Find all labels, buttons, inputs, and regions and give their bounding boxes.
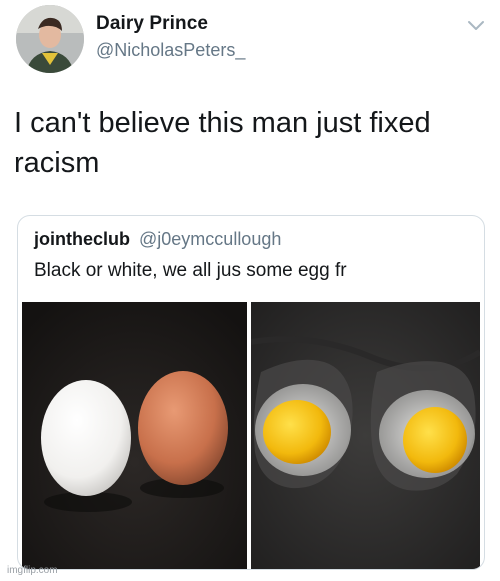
avatar-image — [16, 5, 84, 73]
avatar[interactable] — [16, 5, 84, 73]
display-name[interactable]: Dairy Prince — [96, 13, 208, 35]
whole-eggs-image — [22, 302, 247, 569]
quoted-tweet-text: Black or white, we all jus some egg fr — [34, 260, 347, 281]
quoted-tweet-header: jointheclub @j0eymccullough — [34, 229, 281, 250]
tweet-card: Dairy Prince @NicholasPeters_ I can't be… — [0, 0, 500, 581]
quoted-tweet[interactable]: jointheclub @j0eymccullough Black or whi… — [17, 215, 485, 570]
tweet-text-line: racism — [14, 147, 100, 179]
photo-whole-eggs[interactable] — [22, 302, 247, 569]
photo-cracked-eggs[interactable] — [251, 302, 480, 569]
quoted-user-handle: @j0eymccullough — [139, 229, 282, 249]
chevron-down-icon[interactable] — [466, 18, 486, 32]
watermark: imgflip.com — [7, 565, 58, 576]
tweet-text-line: I can't believe this man just fixed — [14, 107, 431, 139]
user-handle[interactable]: @NicholasPeters_ — [96, 40, 245, 61]
quoted-display-name: jointheclub — [34, 229, 130, 249]
tweet-text: I can't believe this man just fixed raci… — [14, 103, 484, 183]
cracked-eggs-image — [251, 302, 480, 569]
